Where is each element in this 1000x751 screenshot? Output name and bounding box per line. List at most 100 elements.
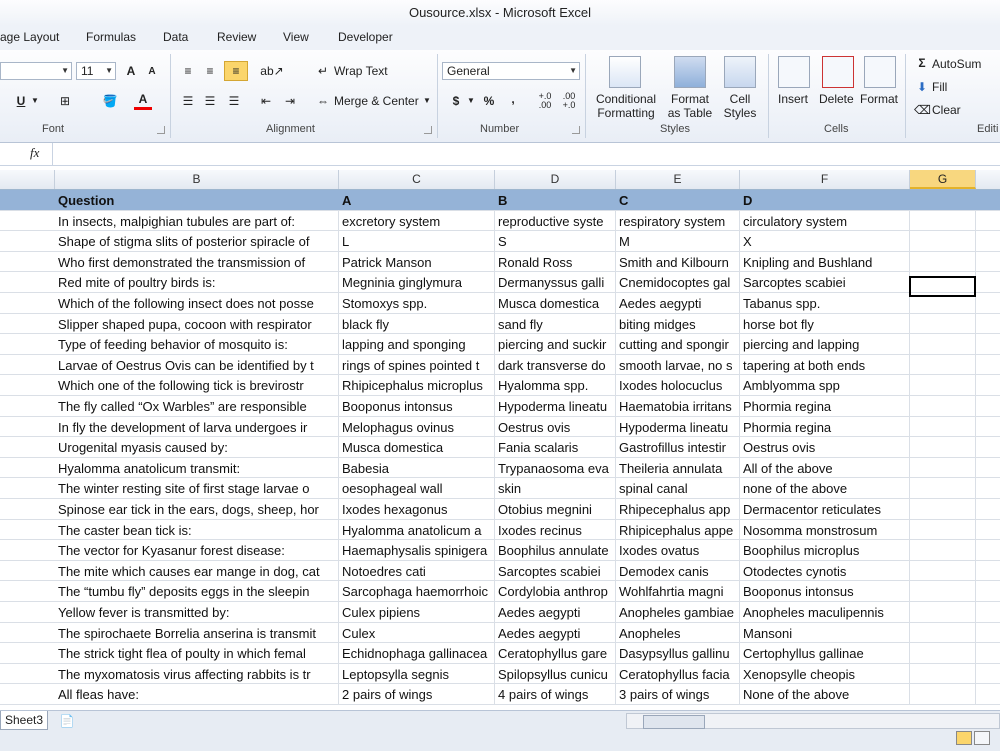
- question-cell[interactable]: In fly the development of larva undergoe…: [55, 416, 339, 437]
- option-c-cell[interactable]: Hypoderma lineatu: [616, 416, 740, 437]
- header-cell-b[interactable]: B: [495, 190, 616, 210]
- option-b-cell[interactable]: Aedes aegypti: [495, 622, 616, 643]
- option-d-cell[interactable]: Booponus intonsus: [740, 581, 910, 602]
- option-d-cell[interactable]: Boophilus microplus: [740, 540, 910, 561]
- font-color-button[interactable]: A: [134, 92, 152, 110]
- question-cell[interactable]: Red mite of poultry birds is:: [55, 272, 339, 293]
- option-c-cell[interactable]: spinal canal: [616, 478, 740, 499]
- option-b-cell[interactable]: Cordylobia anthrop: [495, 581, 616, 602]
- option-c-cell[interactable]: Smith and Kilbourn: [616, 251, 740, 272]
- tab-data[interactable]: Data: [163, 30, 188, 44]
- align-right-icon[interactable]: ☰: [226, 92, 242, 110]
- formula-input[interactable]: [52, 143, 1000, 165]
- tab-view[interactable]: View: [283, 30, 309, 44]
- header-cell-a[interactable]: A: [339, 190, 495, 210]
- font-dialog-launcher-icon[interactable]: [157, 126, 165, 134]
- format-as-table-label-2[interactable]: as Table: [664, 106, 716, 120]
- option-a-cell[interactable]: oesophageal wall: [339, 478, 495, 499]
- option-d-cell[interactable]: Amblyomma spp: [740, 375, 910, 396]
- question-cell[interactable]: Type of feeding behavior of mosquito is:: [55, 334, 339, 355]
- clear-button[interactable]: Clear: [932, 103, 961, 117]
- option-a-cell[interactable]: Ixodes hexagonus: [339, 499, 495, 519]
- comma-button[interactable]: ,: [506, 90, 520, 108]
- fill-button[interactable]: Fill: [932, 80, 947, 94]
- option-b-cell[interactable]: Hypoderma lineatu: [495, 396, 616, 416]
- question-cell[interactable]: The spirochaete Borrelia anserina is tra…: [55, 622, 339, 643]
- option-b-cell[interactable]: piercing and suckir: [495, 334, 616, 355]
- delete-button[interactable]: Delete: [819, 92, 854, 106]
- option-c-cell[interactable]: Anopheles: [616, 622, 740, 643]
- column-header-c[interactable]: C: [339, 170, 495, 189]
- option-b-cell[interactable]: Sarcoptes scabiei: [495, 560, 616, 581]
- cell-styles-label-1[interactable]: Cell: [720, 92, 760, 106]
- option-b-cell[interactable]: Oestrus ovis: [495, 416, 616, 437]
- question-cell[interactable]: Yellow fever is transmitted by:: [55, 602, 339, 622]
- option-d-cell[interactable]: Knipling and Bushland: [740, 251, 910, 272]
- empty-cell[interactable]: [910, 396, 976, 416]
- option-a-cell[interactable]: Notoedres cati: [339, 560, 495, 581]
- insert-sheet-icon[interactable]: 📄: [56, 712, 78, 730]
- borders-icon[interactable]: ⊞: [56, 92, 74, 110]
- question-cell[interactable]: Who first demonstrated the transmission …: [55, 251, 339, 272]
- scrollbar-thumb[interactable]: [643, 715, 705, 729]
- format-as-table-label-1[interactable]: Format: [664, 92, 716, 106]
- question-cell[interactable]: Larvae of Oestrus Ovis can be identified…: [55, 354, 339, 375]
- empty-cell[interactable]: [910, 602, 976, 622]
- option-a-cell[interactable]: Booponus intonsus: [339, 396, 495, 416]
- option-a-cell[interactable]: Hyalomma anatolicum a: [339, 519, 495, 540]
- option-d-cell[interactable]: piercing and lapping: [740, 334, 910, 355]
- empty-cell[interactable]: [910, 622, 976, 643]
- increase-decimal-button[interactable]: +.0 .00: [534, 92, 556, 110]
- wrap-text-button[interactable]: Wrap Text: [334, 64, 388, 78]
- percent-button[interactable]: %: [480, 92, 498, 110]
- option-a-cell[interactable]: Culex: [339, 622, 495, 643]
- empty-cell[interactable]: [910, 334, 976, 355]
- insert-button[interactable]: Insert: [778, 92, 808, 106]
- empty-cell[interactable]: [910, 210, 976, 231]
- option-d-cell[interactable]: Otodectes cynotis: [740, 560, 910, 581]
- cell-styles-label-2[interactable]: Styles: [720, 106, 760, 120]
- option-b-cell[interactable]: Aedes aegypti: [495, 602, 616, 622]
- merge-center-button[interactable]: Merge & Center: [334, 94, 419, 108]
- option-d-cell[interactable]: X: [740, 231, 910, 252]
- option-a-cell[interactable]: lapping and sponging: [339, 334, 495, 355]
- empty-cell[interactable]: [910, 251, 976, 272]
- shrink-font-button[interactable]: A: [144, 63, 160, 81]
- option-c-cell[interactable]: Cnemidocoptes gal: [616, 272, 740, 293]
- active-cell-selection[interactable]: [909, 276, 976, 297]
- option-c-cell[interactable]: Wohlfahrtia magni: [616, 581, 740, 602]
- option-a-cell[interactable]: Culex pipiens: [339, 602, 495, 622]
- option-b-cell[interactable]: sand fly: [495, 313, 616, 334]
- header-cell-d[interactable]: D: [740, 190, 910, 210]
- option-d-cell[interactable]: none of the above: [740, 478, 910, 499]
- tab-formulas[interactable]: Formulas: [86, 30, 136, 44]
- option-d-cell[interactable]: Anopheles maculipennis: [740, 602, 910, 622]
- align-bottom-icon[interactable]: ≡: [224, 61, 248, 81]
- question-cell[interactable]: Urogenital myasis caused by:: [55, 437, 339, 458]
- empty-cell[interactable]: [910, 519, 976, 540]
- option-c-cell[interactable]: Ixodes ovatus: [616, 540, 740, 561]
- option-a-cell[interactable]: Melophagus ovinus: [339, 416, 495, 437]
- option-c-cell[interactable]: Rhipicephalus appe: [616, 519, 740, 540]
- header-cell-question[interactable]: Question: [55, 190, 339, 210]
- autosum-button[interactable]: AutoSum: [932, 57, 981, 71]
- option-d-cell[interactable]: Sarcoptes scabiei: [740, 272, 910, 293]
- align-left-icon[interactable]: ☰: [180, 92, 196, 110]
- align-top-icon[interactable]: ≡: [180, 62, 196, 80]
- chevron-down-icon[interactable]: ▼: [422, 92, 432, 110]
- option-d-cell[interactable]: Dermacentor reticulates: [740, 499, 910, 519]
- empty-cell[interactable]: [910, 643, 976, 664]
- option-b-cell[interactable]: Dermanyssus galli: [495, 272, 616, 293]
- option-c-cell[interactable]: M: [616, 231, 740, 252]
- sheet-tab[interactable]: Sheet3: [0, 711, 49, 730]
- question-cell[interactable]: All fleas have:: [55, 684, 339, 705]
- font-name-combo[interactable]: ▼: [0, 62, 72, 80]
- empty-cell[interactable]: [910, 313, 976, 334]
- option-b-cell[interactable]: Trypanaosoma eva: [495, 457, 616, 478]
- column-header-b[interactable]: B: [55, 170, 339, 189]
- column-header-e[interactable]: E: [616, 170, 740, 189]
- question-cell[interactable]: The mite which causes ear mange in dog, …: [55, 560, 339, 581]
- question-cell[interactable]: The myxomatosis virus affecting rabbits …: [55, 663, 339, 684]
- font-size-combo[interactable]: 11 ▼: [76, 62, 116, 80]
- option-b-cell[interactable]: reproductive syste: [495, 210, 616, 231]
